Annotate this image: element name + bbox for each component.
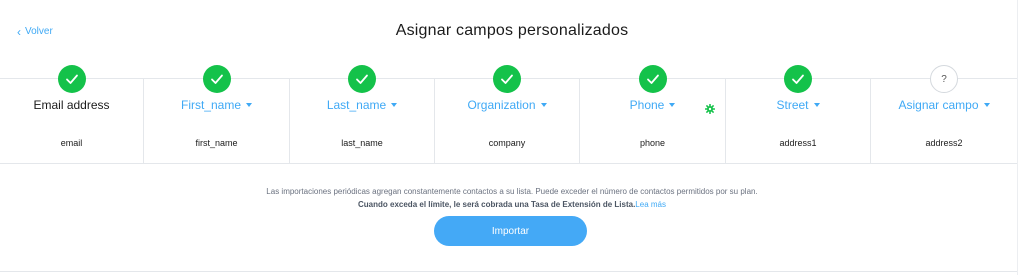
page-title: Asignar campos personalizados bbox=[395, 22, 629, 39]
check-icon bbox=[202, 65, 231, 93]
divider bbox=[0, 271, 1017, 272]
caret-down-icon bbox=[669, 103, 676, 107]
mapping-column-organization: Organization company bbox=[435, 65, 580, 163]
question-icon: ? bbox=[930, 65, 958, 93]
source-column-street: address1 bbox=[779, 138, 817, 148]
check-icon bbox=[348, 65, 376, 93]
caret-down-icon bbox=[391, 103, 398, 107]
import-notice: Las importaciones periódicas agregan con… bbox=[0, 185, 1024, 211]
mapping-column-unassigned: ? Asignar campo address2 bbox=[871, 65, 1017, 163]
source-column-first-name: first_name bbox=[195, 138, 238, 148]
field-select-unassigned[interactable]: Asignar campo bbox=[871, 98, 1017, 112]
field-select-phone[interactable]: Phone bbox=[580, 98, 725, 112]
mapping-column-street: Street address1 bbox=[726, 65, 871, 163]
notice-warning: Cuando exceda el límite, le será cobrada… bbox=[0, 198, 1024, 211]
source-column-email: email bbox=[60, 138, 83, 148]
mapping-column-first-name: First_name first_name bbox=[144, 65, 290, 163]
field-select-last-name[interactable]: Last_name bbox=[290, 98, 434, 112]
caret-down-icon bbox=[540, 103, 547, 107]
field-select-street[interactable]: Street bbox=[726, 98, 870, 112]
source-column-phone: phone bbox=[639, 138, 666, 148]
divider bbox=[1017, 0, 1018, 275]
field-select-organization[interactable]: Organization bbox=[435, 98, 579, 112]
read-more-link[interactable]: Lea más bbox=[635, 200, 666, 209]
caret-down-icon bbox=[813, 103, 820, 107]
gear-icon[interactable] bbox=[704, 101, 716, 115]
import-button[interactable]: Importar bbox=[434, 216, 587, 246]
source-column-organization: company bbox=[488, 138, 526, 148]
mapping-column-phone: Phone phone bbox=[580, 65, 726, 163]
mapping-column-email: Email address email bbox=[0, 65, 144, 163]
check-icon bbox=[638, 65, 667, 93]
mapping-column-last-name: Last_name last_name bbox=[290, 65, 435, 163]
source-column-last-name: last_name bbox=[341, 138, 383, 148]
caret-down-icon bbox=[983, 103, 990, 107]
notice-line: Las importaciones periódicas agregan con… bbox=[266, 187, 758, 196]
check-icon bbox=[784, 65, 812, 93]
source-column-unassigned: address2 bbox=[925, 138, 963, 148]
notice-warning-text: Cuando exceda el límite, le será cobrada… bbox=[358, 200, 636, 209]
check-icon bbox=[57, 65, 86, 93]
check-icon bbox=[493, 65, 521, 93]
field-select-first-name[interactable]: First_name bbox=[144, 98, 289, 112]
caret-down-icon bbox=[246, 103, 253, 107]
field-label-email: Email address bbox=[33, 98, 110, 112]
field-mapping-table: Email address email First_name first_nam… bbox=[0, 65, 1017, 164]
